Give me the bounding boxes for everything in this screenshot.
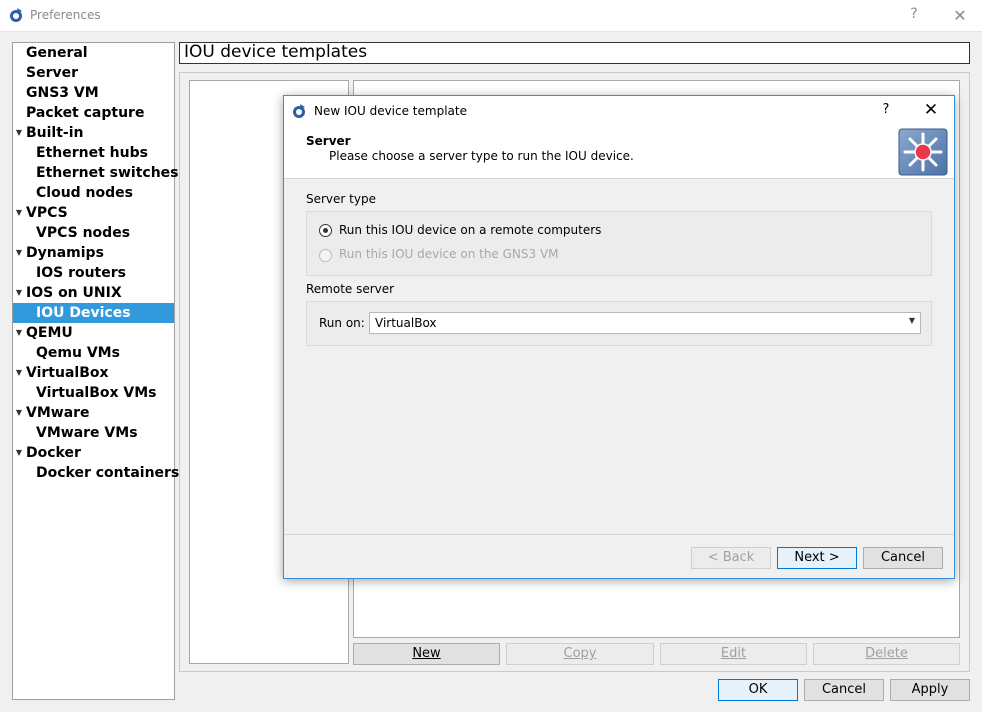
server-type-label: Server type [306,192,376,206]
gns3-app-icon [10,8,22,22]
new-button-label: New [412,646,441,661]
nav-item[interactable]: ▼ QEMU [13,323,174,343]
remote-server-radio-label[interactable]: Run this IOU device on a remote computer… [339,223,601,237]
gns3-app-icon [293,104,305,118]
nav-item-label: Packet capture [26,105,145,121]
close-icon[interactable]: ✕ [950,6,970,26]
dialog-separator [284,534,954,535]
nav-item-label: IOS on UNIX [26,285,122,301]
expand-arrow-icon[interactable]: ▼ [14,203,24,223]
window-title: Preferences [30,8,101,22]
nav-item-label: IOU Devices [36,305,131,321]
nav-item[interactable]: Ethernet switches [13,163,179,183]
dialog-help-icon[interactable]: ? [876,102,896,117]
copy-template-button[interactable]: Copy [506,643,654,665]
nav-item[interactable]: Packet capture [13,103,174,123]
dialog-close-icon[interactable]: ✕ [921,100,941,120]
remote-server-label: Remote server [306,282,395,296]
nav-item-label: Docker containers [36,465,180,481]
nav-item-label: Ethernet switches [36,165,179,181]
nav-item-label: VMware [26,405,90,421]
nav-item-label: Cloud nodes [36,185,133,201]
iou-switch-icon [898,128,948,176]
nav-item[interactable]: Cloud nodes [13,183,174,203]
page-title: IOU device templates [184,42,368,62]
server-type-group: Run this IOU device on a remote computer… [306,211,932,276]
expand-arrow-icon[interactable]: ▼ [14,363,24,383]
nav-item-label: VPCS nodes [36,225,131,241]
nav-item[interactable]: ▼ Docker [13,443,174,463]
nav-item[interactable]: GNS3 VM [13,83,174,103]
delete-button-label: Delete [865,646,908,661]
back-button[interactable]: < Back [691,547,771,569]
nav-item[interactable]: ▼ Dynamips [13,243,174,263]
nav-item-label: Built-in [26,125,84,141]
new-iou-template-dialog: New IOU device template ? ✕ Server Pleas… [283,95,955,579]
nav-item-label: VMware VMs [36,425,138,441]
nav-item[interactable]: ▼ Built-in [13,123,174,143]
wizard-page-subtitle: Please choose a server type to run the I… [329,149,634,163]
nav-item-label: Qemu VMs [36,345,120,361]
nav-item[interactable]: Server [13,63,174,83]
nav-item-label: Docker [26,445,81,461]
remote-server-group: Run on: VirtualBox ▼ [306,301,932,346]
nav-item[interactable]: ▼ VPCS [13,203,174,223]
nav-item-label: QEMU [26,325,73,341]
run-on-label: Run on: [319,316,365,330]
edit-template-button[interactable]: Edit [660,643,807,665]
nav-item-label: VirtualBox VMs [36,385,157,401]
expand-arrow-icon[interactable]: ▼ [14,243,24,263]
nav-item[interactable]: VMware VMs [13,423,174,443]
nav-item[interactable]: ▼ VirtualBox [13,363,174,383]
wizard-page-title: Server [306,134,351,148]
nav-item-label: GNS3 VM [26,85,99,101]
nav-item[interactable]: Docker containers [13,463,179,483]
nav-item[interactable]: VirtualBox VMs [13,383,174,403]
expand-arrow-icon[interactable]: ▼ [14,323,24,343]
nav-item[interactable]: VPCS nodes [13,223,174,243]
ok-button[interactable]: OK [718,679,798,701]
dialog-cancel-button[interactable]: Cancel [863,547,943,569]
expand-arrow-icon[interactable]: ▼ [14,283,24,303]
nav-item[interactable]: IOU Devices [13,303,174,323]
nav-item-label: General [26,45,88,61]
expand-arrow-icon[interactable]: ▼ [14,443,24,463]
chevron-down-icon: ▼ [908,316,915,325]
nav-item-label: IOS routers [36,265,126,281]
nav-item-label: Dynamips [26,245,104,261]
gns3-vm-radio-label[interactable]: Run this IOU device on the GNS3 VM [339,247,559,261]
nav-item-label: Ethernet hubs [36,145,148,161]
edit-button-label: Edit [720,646,747,661]
expand-arrow-icon[interactable]: ▼ [14,403,24,423]
run-on-selected-value: VirtualBox [375,316,437,330]
delete-template-button[interactable]: Delete [813,643,960,665]
run-on-select[interactable]: VirtualBox ▼ [369,312,921,334]
window-titlebar: Preferences ? ✕ [0,0,982,32]
nav-item[interactable]: ▼ IOS on UNIX [13,283,174,303]
wizard-header: Server Please choose a server type to ru… [284,126,954,179]
new-template-button[interactable]: New [353,643,500,665]
remote-server-radio[interactable] [319,224,332,237]
cancel-button[interactable]: Cancel [804,679,884,701]
help-icon[interactable]: ? [904,6,924,26]
nav-item[interactable]: ▼ VMware [13,403,174,423]
copy-button-label: Copy [563,646,597,661]
dialog-title: New IOU device template [314,104,467,118]
preferences-nav-tree[interactable]: General Server GNS3 VM Packet capture ▼ Built… [12,42,179,700]
nav-item[interactable]: Ethernet hubs [13,143,174,163]
nav-item-label: VPCS [26,205,68,221]
nav-item-label: Server [26,65,79,81]
nav-item[interactable]: Qemu VMs [13,343,174,363]
expand-arrow-icon[interactable]: ▼ [14,123,24,143]
nav-item[interactable]: General [13,43,174,63]
dialog-titlebar: New IOU device template ? ✕ [284,96,954,126]
next-button[interactable]: Next > [777,547,857,569]
nav-item-label: VirtualBox [26,365,109,381]
gns3-vm-radio[interactable] [319,249,332,262]
apply-button[interactable]: Apply [890,679,970,701]
nav-item[interactable]: IOS routers [13,263,174,283]
